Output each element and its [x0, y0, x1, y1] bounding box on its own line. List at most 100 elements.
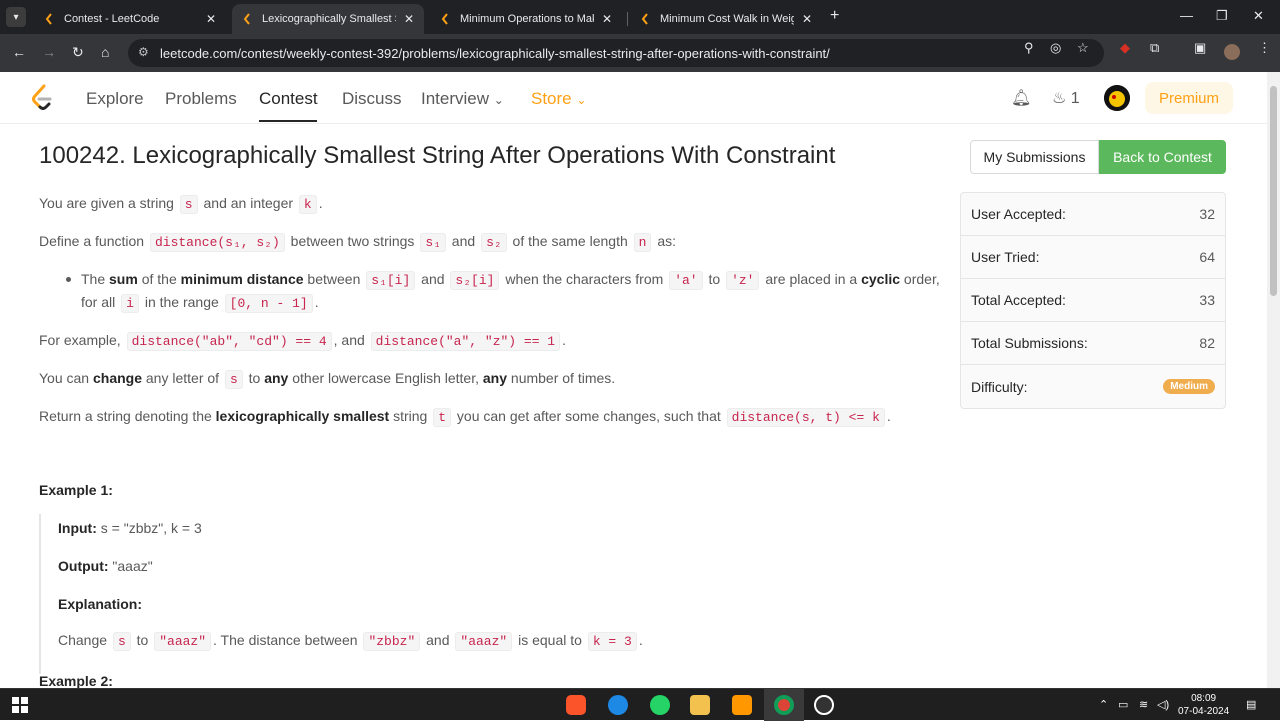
code-inline: n [633, 233, 652, 252]
url-text: leetcode.com/contest/weekly-contest-392/… [160, 45, 830, 61]
bold-text: sum [109, 271, 138, 287]
edge-browser-icon[interactable] [608, 695, 628, 715]
nav-problems[interactable]: Problems [165, 89, 237, 109]
maximize-icon[interactable]: ❐ [1216, 8, 1228, 24]
extension-icon[interactable]: ◆ [1120, 40, 1130, 56]
chrome-icon[interactable] [774, 695, 794, 715]
code-inline: s₂ [481, 233, 507, 252]
example-1-heading: Example 1: [39, 482, 113, 498]
example-input: Input: s = "zbbz", k = 3 [58, 520, 202, 536]
chevron-down-icon: ⌄ [493, 93, 504, 107]
code-inline: i [121, 294, 139, 313]
scrollbar-thumb[interactable] [1270, 86, 1277, 296]
side-panel-icon[interactable]: ▣ [1194, 40, 1206, 56]
code-inline: s₁[i] [366, 271, 416, 290]
text: to [132, 632, 153, 648]
file-explorer-icon[interactable] [690, 695, 710, 715]
battery-icon[interactable]: ▭ [1118, 698, 1128, 711]
paragraph-example-distance: For example, distance("ab", "cd") == 4, … [39, 332, 566, 351]
profile-avatar[interactable] [1224, 44, 1240, 60]
text: For example, [39, 332, 125, 348]
text: any letter of [142, 370, 223, 386]
tab-contest[interactable]: Contest - LeetCode ✕ [34, 4, 226, 34]
chevron-down-icon: ⌄ [576, 93, 587, 107]
tab-divider [627, 12, 628, 26]
zoom-icon[interactable]: ⚲ [1024, 40, 1034, 56]
whatsapp-icon[interactable] [650, 695, 670, 715]
forward-icon[interactable]: → [42, 44, 56, 60]
bold-text: change [92, 370, 142, 386]
bookmark-star-icon[interactable]: ☆ [1077, 40, 1089, 56]
browser-toolbar: ← → ↻ ⌂ ⚙ leetcode.com/contest/weekly-co… [0, 34, 1280, 72]
tab-title: Minimum Cost Walk in Weighte [660, 13, 794, 25]
back-icon[interactable]: ← [12, 44, 26, 60]
sidebar-button-group: My Submissions Back to Contest [970, 140, 1226, 174]
back-to-contest-button[interactable]: Back to Contest [1099, 140, 1226, 174]
user-avatar[interactable] [1104, 85, 1130, 111]
nav-store[interactable]: Store ⌄ [531, 89, 586, 109]
bell-icon[interactable]: 🔔︎ [1011, 88, 1031, 108]
close-icon[interactable]: ✕ [206, 12, 216, 26]
nav-discuss[interactable]: Discuss [342, 89, 402, 109]
site-info-icon[interactable]: ⚙ [138, 45, 149, 59]
menu-kebab-icon[interactable]: ⋮ [1258, 40, 1271, 56]
text: as: [653, 233, 677, 249]
clock-date: 07-04-2024 [1178, 706, 1230, 717]
bold-text: any [482, 370, 508, 386]
notification-icon[interactable]: ▤ [1246, 698, 1256, 711]
stat-label: Difficulty: [971, 378, 1028, 395]
site-navbar: Explore Problems Contest Discuss Intervi… [0, 72, 1267, 124]
paragraph-return: Return a string denoting the lexicograph… [39, 408, 891, 427]
new-tab-icon[interactable]: + [830, 7, 839, 25]
leetcode-logo-icon[interactable] [30, 84, 54, 112]
browser-tab-bar: ▾ Contest - LeetCode ✕ Lexicographically… [0, 0, 1280, 34]
stat-label: User Accepted: [971, 206, 1066, 222]
nav-interview[interactable]: Interview ⌄ [421, 89, 504, 109]
premium-button[interactable]: Premium [1145, 82, 1233, 114]
code-inline: [0, n - 1] [224, 294, 313, 313]
output-label: Output: [58, 558, 109, 574]
text: The [81, 271, 110, 287]
my-submissions-button[interactable]: My Submissions [970, 140, 1099, 174]
streak-counter[interactable]: ♨ 1 [1052, 88, 1080, 108]
volume-icon[interactable]: ◁) [1157, 698, 1169, 711]
code-inline: s [112, 632, 131, 651]
code-inline: distance(s, t) <= k [726, 408, 885, 427]
code-inline: k = 3 [587, 632, 637, 651]
page-scrollbar[interactable] [1267, 72, 1280, 688]
wifi-icon[interactable]: ≋ [1139, 698, 1148, 711]
difficulty-badge: Medium [1163, 379, 1215, 394]
close-icon[interactable]: ✕ [602, 12, 612, 26]
brave-browser-icon[interactable] [566, 695, 586, 715]
stat-row: User Accepted: 32 [961, 193, 1225, 236]
eye-off-icon[interactable]: ◎ [1050, 40, 1061, 56]
nav-contest[interactable]: Contest [259, 89, 318, 109]
code-inline: 'z' [726, 271, 760, 290]
system-clock[interactable]: 08:09 07-04-2024 [1178, 692, 1229, 718]
tab-search-icon[interactable]: ▾ [6, 7, 26, 27]
nav-interview-label: Interview [421, 89, 490, 108]
close-icon[interactable]: ✕ [802, 12, 812, 26]
reload-icon[interactable]: ↻ [72, 44, 84, 61]
nav-explore[interactable]: Explore [86, 89, 144, 109]
text: when the characters from [501, 271, 668, 287]
avatar-image [1104, 85, 1130, 111]
text: Define a function [39, 233, 148, 249]
extensions-puzzle-icon[interactable]: ⧉ [1150, 40, 1159, 56]
nav-store-label: Store [531, 89, 572, 108]
tab-minimum-operations[interactable]: Minimum Operations to Make t ✕ [430, 4, 622, 34]
obs-recorder-icon[interactable] [814, 695, 834, 715]
tab-lexicographically-smallest[interactable]: Lexicographically Smallest Strin ✕ [232, 4, 424, 34]
bullet-line-2: for all i in the range [0, n - 1]. [81, 294, 319, 313]
input-value: s = "zbbz", k = 3 [96, 520, 202, 536]
close-icon[interactable]: ✕ [404, 12, 414, 26]
address-bar[interactable]: ⚙ leetcode.com/contest/weekly-contest-39… [128, 39, 1104, 67]
minimize-icon[interactable]: — [1180, 8, 1193, 23]
window-close-icon[interactable]: ✕ [1253, 8, 1264, 24]
windows-start-icon[interactable] [12, 697, 28, 713]
tab-minimum-cost-walk[interactable]: Minimum Cost Walk in Weighte ✕ [630, 4, 822, 34]
stat-value: 64 [1199, 249, 1215, 265]
home-icon[interactable]: ⌂ [101, 44, 109, 60]
sublime-text-icon[interactable] [732, 695, 752, 715]
tray-chevron-icon[interactable]: ⌃ [1099, 698, 1108, 711]
